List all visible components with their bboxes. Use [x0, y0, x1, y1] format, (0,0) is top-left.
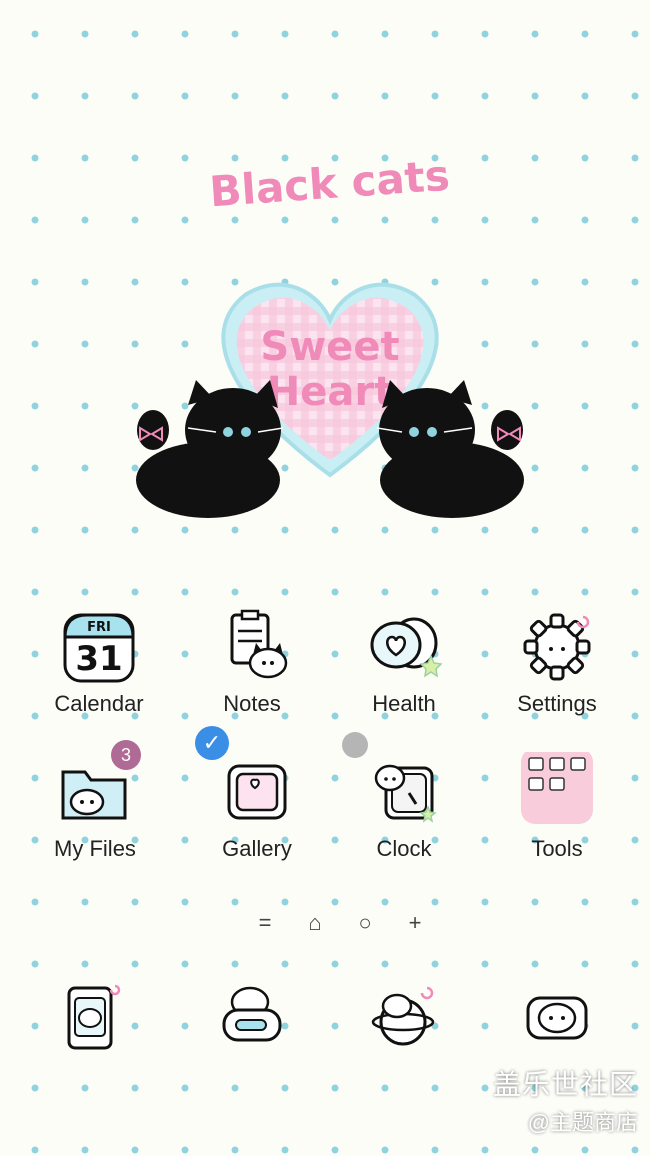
app-label: Tools — [531, 836, 583, 861]
dock-phone[interactable] — [55, 978, 135, 1058]
page-indicator-dot[interactable]: ○ — [350, 910, 380, 936]
calendar-icon: FRI 31 — [59, 607, 139, 687]
status-dot-badge — [342, 732, 368, 758]
clock-icon — [342, 732, 444, 832]
watermark-line2: @主题商店 — [527, 1110, 638, 1135]
app-label: Calendar — [54, 691, 144, 716]
page-indicator-menu[interactable]: = — [250, 910, 280, 936]
app-label: Clock — [376, 836, 432, 861]
phone-icon — [67, 984, 121, 1050]
svg-text:Sweet: Sweet — [260, 324, 399, 370]
svg-text:FRI: FRI — [87, 620, 111, 635]
svg-text:31: 31 — [75, 639, 122, 679]
wallpaper-title: Black cats — [208, 151, 451, 217]
page-indicator: = ⌂ ○ + — [250, 908, 430, 938]
app-notes[interactable]: Notes — [177, 607, 327, 717]
messages-icon — [222, 986, 282, 1042]
app-clock[interactable]: Clock — [329, 732, 479, 862]
health-icon — [364, 607, 444, 687]
gallery-icon: ✓ — [195, 726, 297, 832]
app-my-files[interactable]: 3 My Files — [20, 740, 170, 862]
dock-camera[interactable] — [518, 978, 598, 1058]
app-label: Gallery — [222, 836, 292, 861]
page-indicator-home[interactable]: ⌂ — [300, 910, 330, 936]
svg-text:Black cats: Black cats — [208, 151, 451, 217]
app-calendar[interactable]: FRI 31 Calendar — [24, 607, 174, 717]
dock-internet[interactable] — [365, 978, 445, 1058]
watermark-line1: 盖乐世社区 — [492, 1069, 638, 1100]
selected-check-badge: ✓ — [195, 726, 229, 760]
app-label: Notes — [223, 691, 281, 716]
black-cat-right — [376, 380, 524, 518]
settings-icon — [517, 607, 597, 687]
notification-badge: 3 — [111, 740, 141, 770]
app-health[interactable]: Health — [329, 607, 479, 717]
app-tools-folder[interactable]: Tools — [482, 748, 632, 862]
notes-icon — [212, 607, 292, 687]
watermark: 盖乐世社区 @主题商店 — [493, 1063, 638, 1137]
tools-folder-icon — [517, 748, 597, 832]
dock-messages[interactable] — [212, 978, 292, 1058]
black-cat-left — [136, 380, 284, 518]
app-label: My Files — [54, 836, 136, 861]
app-gallery[interactable]: ✓ Gallery — [182, 726, 332, 862]
app-label: Health — [372, 691, 436, 716]
page-indicator-add[interactable]: + — [400, 910, 430, 936]
app-label: Settings — [517, 691, 597, 716]
app-settings[interactable]: Settings — [482, 607, 632, 717]
camera-icon — [526, 996, 588, 1040]
internet-icon — [371, 986, 435, 1046]
folder-icon: 3 — [55, 740, 141, 832]
